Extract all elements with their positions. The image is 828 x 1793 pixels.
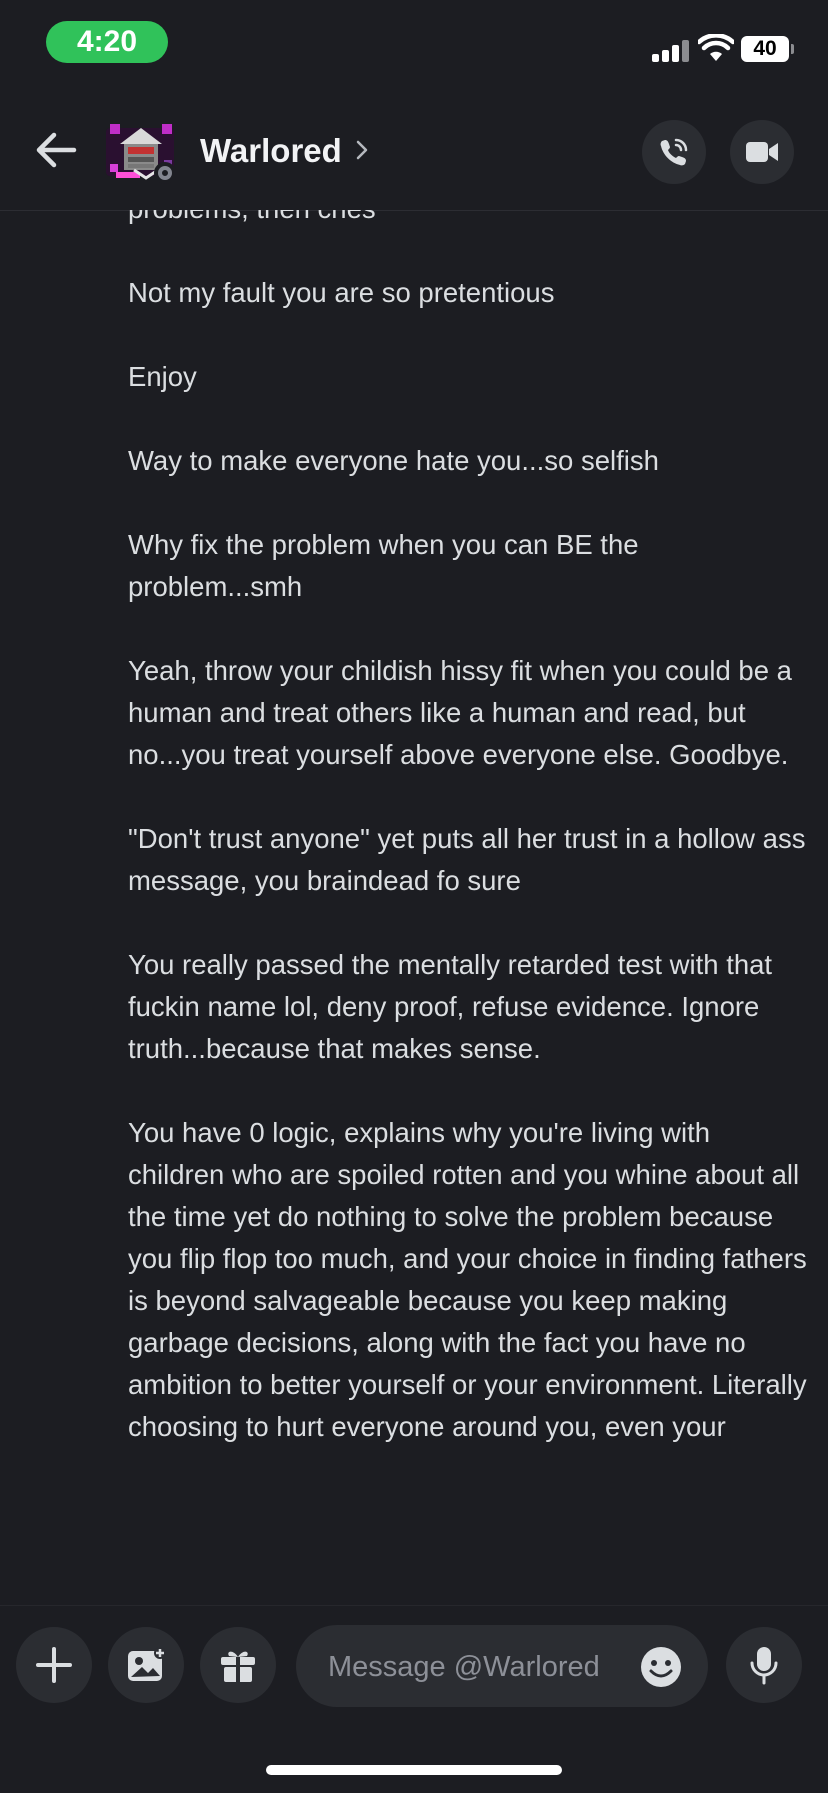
message-text: Yeah, throw your childish hissy fit when…: [128, 655, 800, 770]
video-call-button[interactable]: [730, 120, 794, 184]
message-text: Why fix the problem when you can BE the …: [128, 529, 647, 602]
voice-message-button[interactable]: [726, 1627, 802, 1703]
wifi-icon: [698, 34, 734, 61]
chevron-right-icon[interactable]: [356, 139, 368, 161]
message-text: Enjoy: [128, 361, 197, 392]
emoji-icon[interactable]: [640, 1646, 682, 1688]
channel-name[interactable]: Warlored: [200, 126, 342, 176]
message-text: "Don't trust anyone" yet puts all her tr…: [128, 823, 806, 896]
phone-call-icon: [660, 138, 688, 166]
message-text: Way to make everyone hate you...so selfi…: [128, 445, 659, 476]
message-text: You really passed the mentally retarded …: [128, 949, 780, 1064]
battery-tip: [791, 44, 794, 54]
image-icon: [128, 1647, 166, 1681]
gift-button[interactable]: [200, 1627, 276, 1703]
dm-header: Warlored: [0, 90, 828, 211]
gift-icon: [221, 1651, 255, 1682]
plus-icon: [36, 1647, 72, 1683]
message-input-container[interactable]: [296, 1625, 708, 1709]
message-input[interactable]: [326, 1625, 620, 1709]
image-upload-button[interactable]: [108, 1627, 184, 1703]
cellular-signal-icon: [652, 40, 692, 62]
add-attachment-button[interactable]: [16, 1627, 92, 1703]
home-indicator[interactable]: [266, 1765, 562, 1775]
microphone-icon: [750, 1647, 778, 1685]
voice-call-button[interactable]: [642, 120, 706, 184]
video-camera-icon: [746, 142, 778, 162]
message-text: problems, then cries: [128, 210, 808, 230]
status-bar: 4:20 40: [0, 0, 828, 90]
presence-offline-indicator: [154, 162, 176, 184]
message-text: Not my fault you are so pretentious: [128, 277, 555, 308]
back-arrow-icon[interactable]: [34, 130, 78, 170]
status-time: 4:20: [46, 21, 168, 63]
message-list: problems, then cries Not my fault you ar…: [128, 210, 808, 1605]
battery-indicator: 40: [741, 36, 789, 62]
message-text: You have 0 logic, explains why you're li…: [128, 1117, 807, 1442]
